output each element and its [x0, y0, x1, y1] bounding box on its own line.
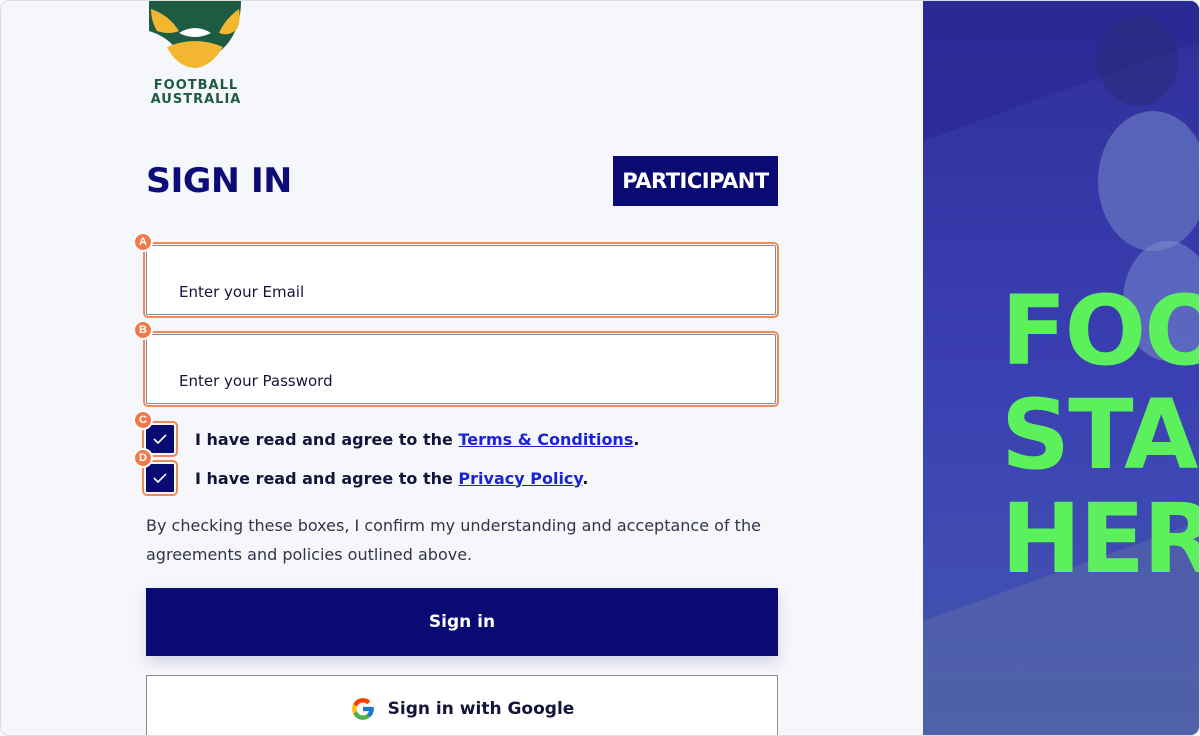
terms-prefix: I have read and agree to the: [195, 429, 459, 449]
google-sign-in-label: Sign in with Google: [387, 699, 575, 719]
terms-suffix: .: [633, 429, 640, 449]
terms-link[interactable]: Terms & Conditions: [458, 430, 633, 449]
terms-checkbox[interactable]: [142, 421, 178, 457]
privacy-label: I have read and agree to the Privacy Pol…: [195, 469, 588, 488]
terms-row: I have read and agree to the Terms & Con…: [142, 421, 639, 457]
hero-panel: FOO STAR HERI: [923, 1, 1199, 735]
privacy-prefix: I have read and agree to the: [195, 468, 459, 488]
marker-a: A: [133, 232, 153, 252]
check-icon: [153, 434, 167, 444]
marker-d: D: [133, 448, 153, 468]
hero-headline: FOO STAR HERI: [1001, 275, 1199, 595]
participant-badge[interactable]: PARTICIPANT: [613, 156, 778, 206]
privacy-checkbox[interactable]: [142, 460, 178, 496]
marker-c: C: [133, 410, 153, 430]
football-australia-logo[interactable]: FOOTBALL AUSTRALIA: [146, 1, 246, 111]
hero-line-3: HERI: [1001, 483, 1199, 595]
password-input[interactable]: [177, 369, 741, 393]
logo-text: FOOTBALL AUSTRALIA: [146, 79, 246, 107]
privacy-suffix: .: [582, 468, 589, 488]
hero-line-1: FOO: [1001, 275, 1199, 387]
password-field-wrapper: [143, 331, 779, 407]
hero-line-2: STAR: [1001, 379, 1199, 491]
page-title: SIGN IN: [146, 161, 292, 201]
email-input[interactable]: [177, 280, 741, 304]
marker-b: B: [133, 320, 153, 340]
logo-line-2: AUSTRALIA: [150, 92, 242, 107]
google-sign-in-button[interactable]: Sign in with Google: [146, 675, 778, 735]
check-icon: [153, 473, 167, 483]
google-g-icon: [351, 698, 374, 720]
email-field-wrapper: [143, 242, 779, 318]
privacy-link[interactable]: Privacy Policy: [458, 469, 582, 488]
app-frame: FOOTBALL AUSTRALIA SIGN IN PARTICIPANT A…: [0, 0, 1200, 736]
terms-label: I have read and agree to the Terms & Con…: [195, 430, 639, 449]
consent-notice: By checking these boxes, I confirm my un…: [146, 516, 761, 564]
sign-in-button[interactable]: Sign in: [146, 588, 778, 656]
privacy-row: I have read and agree to the Privacy Pol…: [142, 460, 588, 496]
logo-mark-icon: [149, 1, 241, 68]
logo-line-1: FOOTBALL: [153, 78, 239, 93]
